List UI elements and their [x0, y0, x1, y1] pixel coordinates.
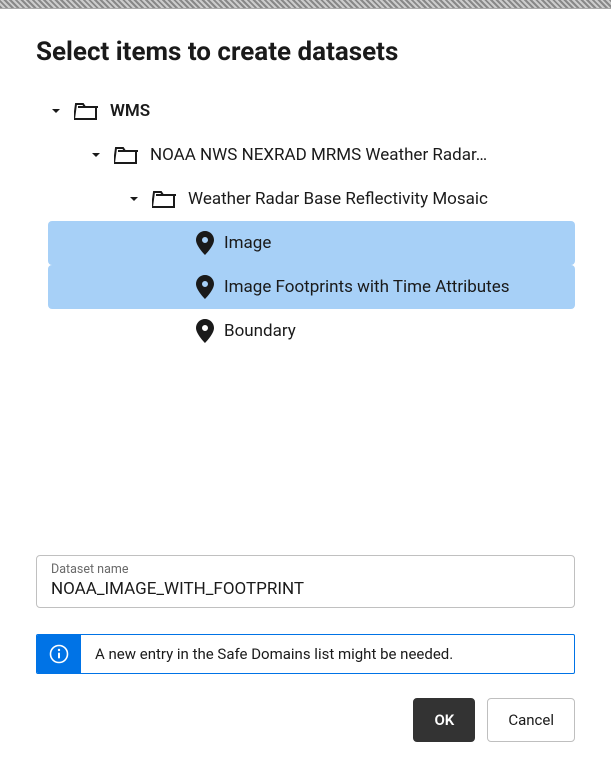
- tree-node-label: NOAA NWS NEXRAD MRMS Weather Radar…: [150, 145, 487, 165]
- drag-handle[interactable]: [0, 0, 611, 9]
- tree-node-wms[interactable]: WMS: [48, 89, 575, 133]
- folder-open-icon: [114, 144, 140, 166]
- folder-open-icon: [152, 188, 178, 210]
- tree-node-label: WMS: [110, 101, 150, 121]
- tree-leaf-image[interactable]: Image: [48, 221, 575, 265]
- tree-leaf-label: Image Footprints with Time Attributes: [224, 277, 509, 297]
- cancel-button[interactable]: Cancel: [487, 698, 575, 742]
- dataset-name-field[interactable]: Dataset name: [36, 555, 575, 608]
- folder-open-icon: [74, 100, 100, 122]
- map-pin-icon: [196, 275, 214, 299]
- tree-leaf-footprints[interactable]: Image Footprints with Time Attributes: [48, 265, 575, 309]
- create-datasets-dialog: Select items to create datasets WMS: [0, 9, 611, 765]
- info-banner: A new entry in the Safe Domains list mig…: [36, 634, 575, 674]
- dialog-title: Select items to create datasets: [36, 37, 575, 67]
- caret-down-icon[interactable]: [126, 194, 142, 204]
- dialog-buttons: OK Cancel: [36, 674, 575, 742]
- dataset-name-input[interactable]: [51, 579, 560, 599]
- tree-node-noaa[interactable]: NOAA NWS NEXRAD MRMS Weather Radar…: [48, 133, 575, 177]
- map-pin-icon: [196, 231, 214, 255]
- info-icon: [37, 635, 81, 673]
- ok-button[interactable]: OK: [413, 698, 475, 742]
- tree-node-label: Weather Radar Base Reflectivity Mosaic: [188, 189, 488, 209]
- map-pin-icon: [196, 319, 214, 343]
- caret-down-icon[interactable]: [48, 106, 64, 116]
- layer-tree: WMS NOAA NWS NEXRAD MRMS Weather Radar…: [36, 89, 575, 353]
- tree-leaf-boundary[interactable]: Boundary: [48, 309, 575, 353]
- info-text: A new entry in the Safe Domains list mig…: [81, 635, 574, 673]
- tree-leaf-label: Image: [224, 233, 271, 253]
- caret-down-icon[interactable]: [88, 150, 104, 160]
- tree-node-reflectivity[interactable]: Weather Radar Base Reflectivity Mosaic: [48, 177, 575, 221]
- field-label: Dataset name: [51, 562, 560, 577]
- tree-leaf-label: Boundary: [224, 321, 296, 341]
